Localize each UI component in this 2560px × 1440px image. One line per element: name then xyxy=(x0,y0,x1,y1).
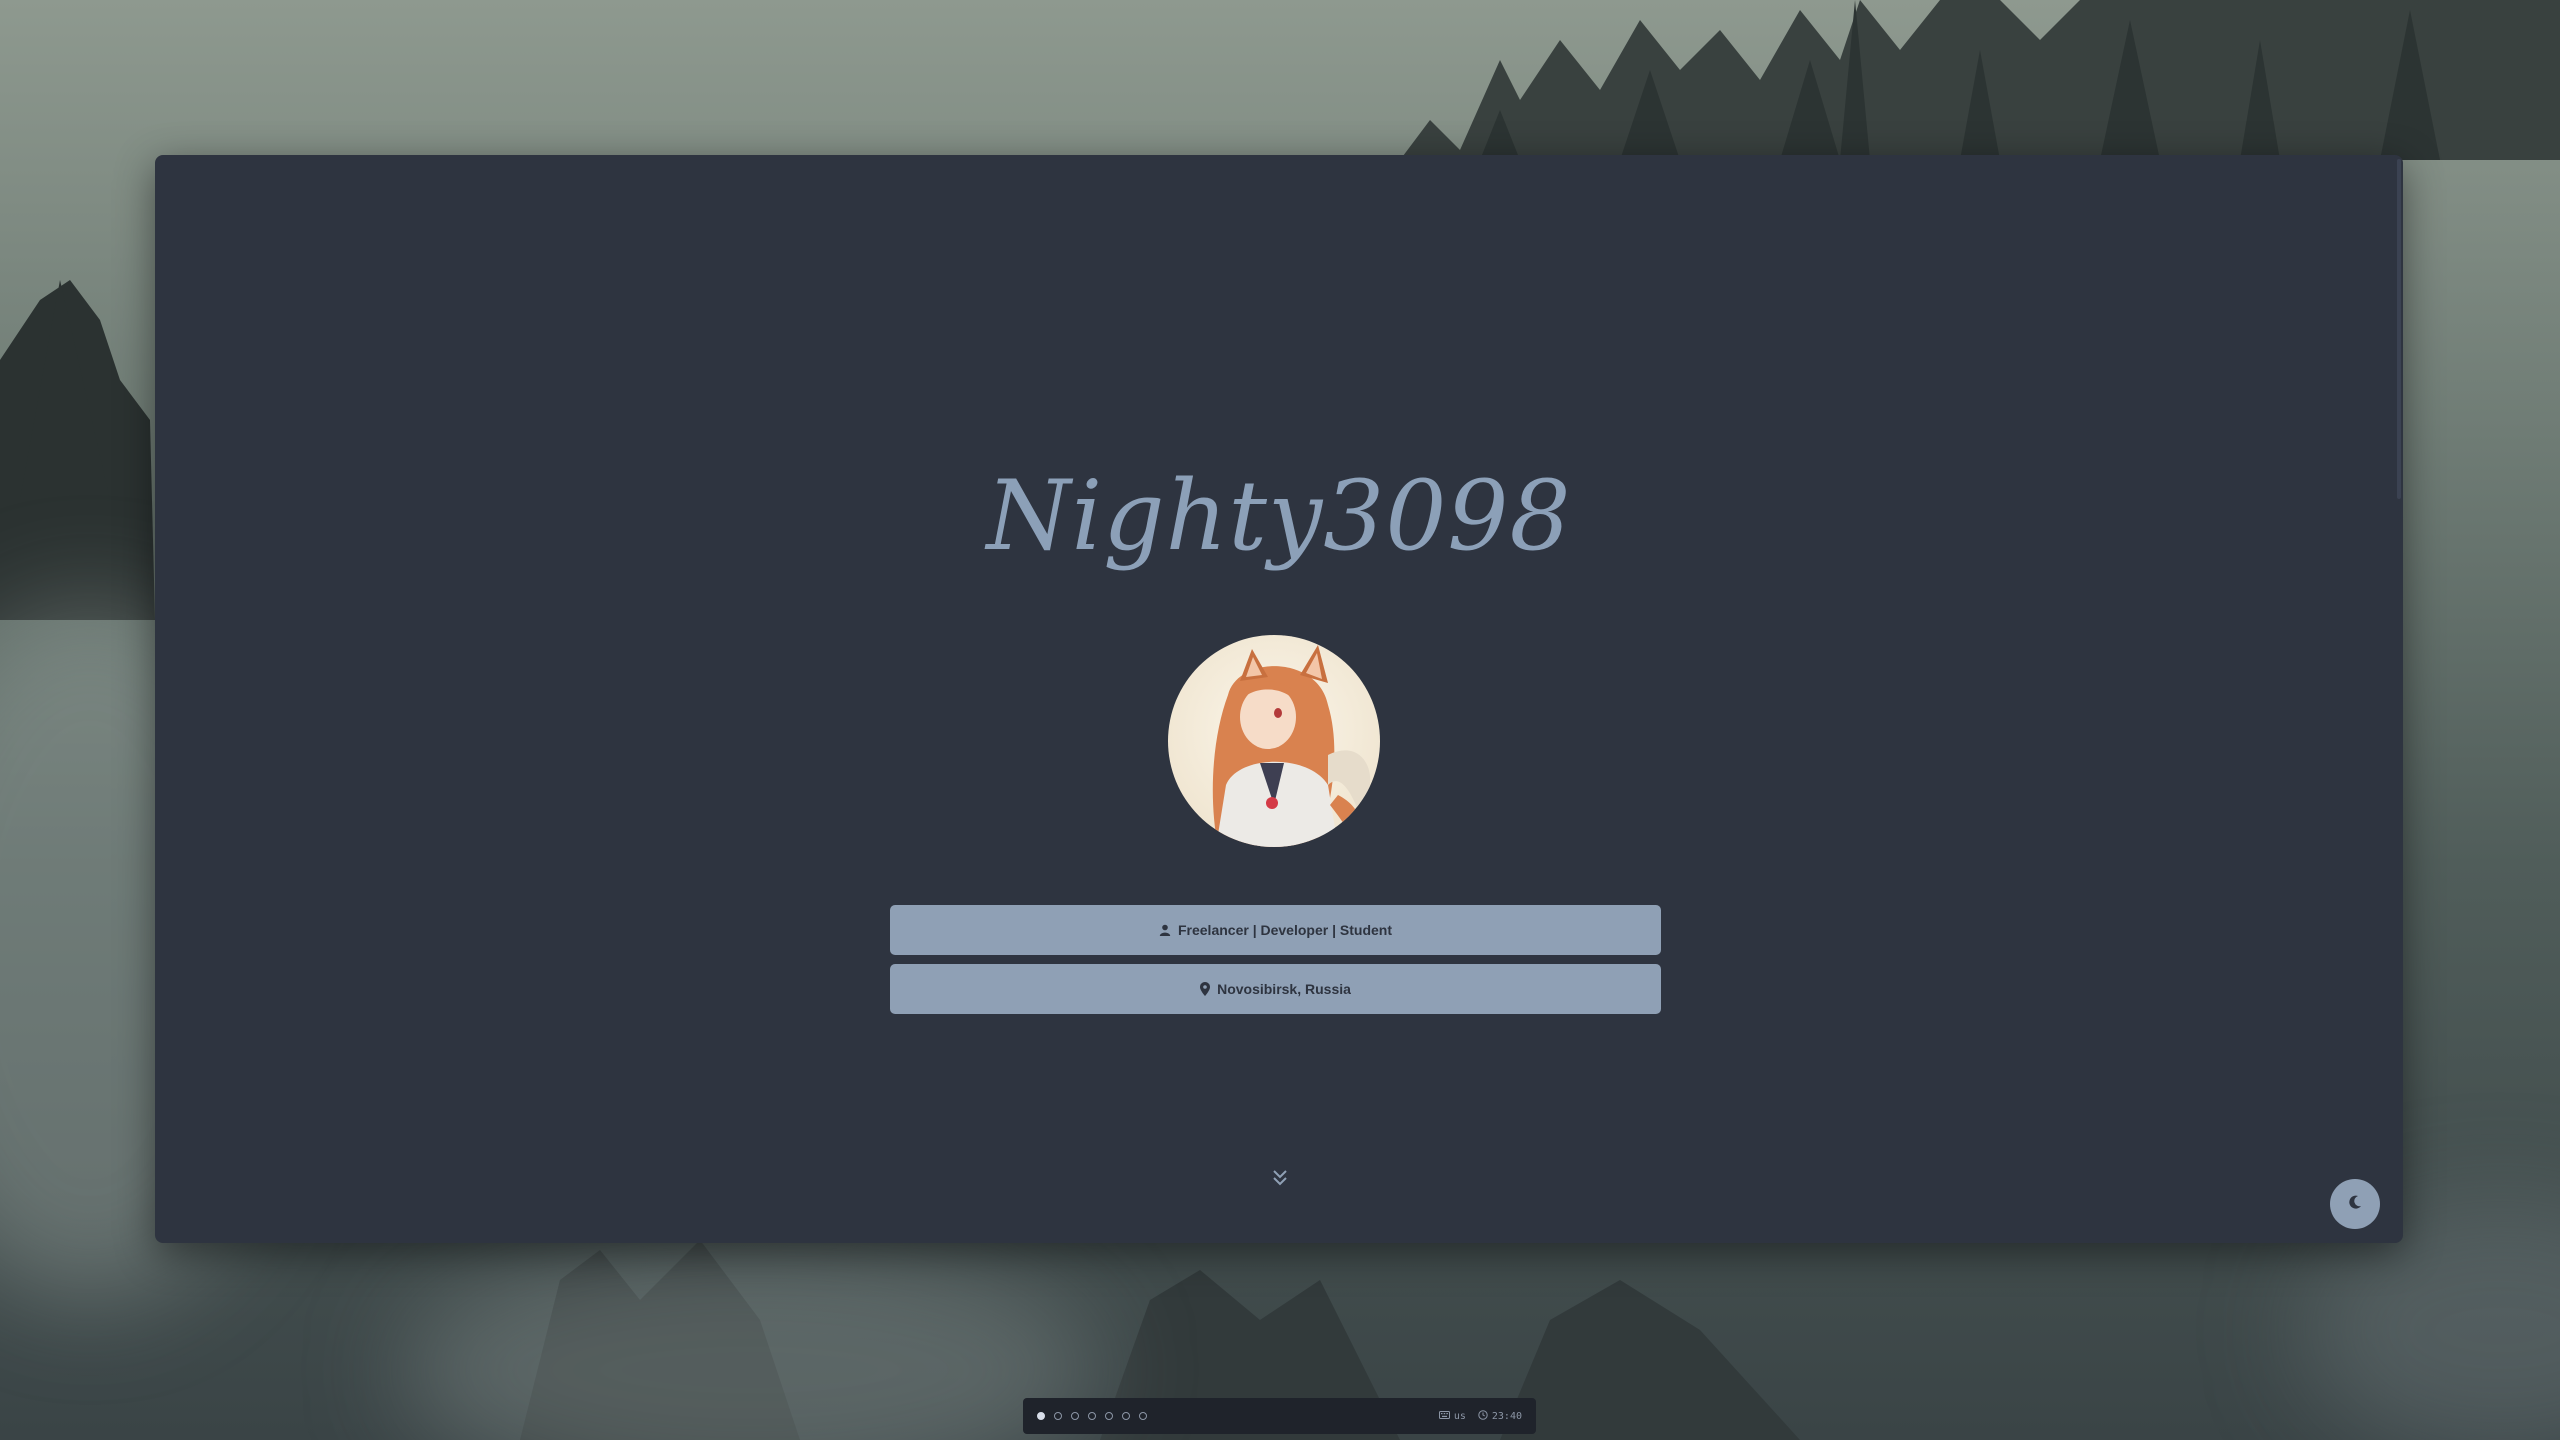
scrollbar[interactable] xyxy=(2397,159,2401,499)
chevron-double-down-icon[interactable] xyxy=(1270,1168,1290,1188)
bio-button[interactable]: Freelancer | Developer | Student xyxy=(890,905,1661,955)
keyboard-layout-indicator[interactable]: us xyxy=(1438,1410,1466,1422)
workspace-indicators xyxy=(1037,1412,1147,1420)
workspace-1[interactable] xyxy=(1037,1412,1045,1420)
page-title: Nighty3098 xyxy=(986,460,1572,572)
clock-icon xyxy=(1478,1409,1488,1423)
taskbar: us 23:40 xyxy=(1023,1398,1536,1434)
keyboard-icon xyxy=(1438,1410,1450,1422)
map-pin-icon xyxy=(1200,982,1211,996)
location-button[interactable]: Novosibirsk, Russia xyxy=(890,964,1661,1014)
clock[interactable]: 23:40 xyxy=(1478,1409,1522,1423)
system-tray: us 23:40 xyxy=(1438,1409,1522,1423)
workspace-3[interactable] xyxy=(1071,1412,1079,1420)
keyboard-layout-label: us xyxy=(1453,1410,1466,1422)
workspace-5[interactable] xyxy=(1105,1412,1113,1420)
moon-icon xyxy=(2347,1194,2363,1214)
user-icon xyxy=(1159,924,1171,936)
clock-label: 23:40 xyxy=(1491,1410,1522,1422)
location-label: Novosibirsk, Russia xyxy=(1217,981,1351,997)
browser-window: Nighty3098 Freelancer | Developer | Stud… xyxy=(155,155,2403,1243)
workspace-2[interactable] xyxy=(1054,1412,1062,1420)
workspace-4[interactable] xyxy=(1088,1412,1096,1420)
workspace-6[interactable] xyxy=(1122,1412,1130,1420)
theme-toggle-button[interactable] xyxy=(2330,1179,2380,1229)
bio-label: Freelancer | Developer | Student xyxy=(1177,922,1392,938)
avatar xyxy=(1168,635,1380,847)
workspace-7[interactable] xyxy=(1139,1412,1147,1420)
